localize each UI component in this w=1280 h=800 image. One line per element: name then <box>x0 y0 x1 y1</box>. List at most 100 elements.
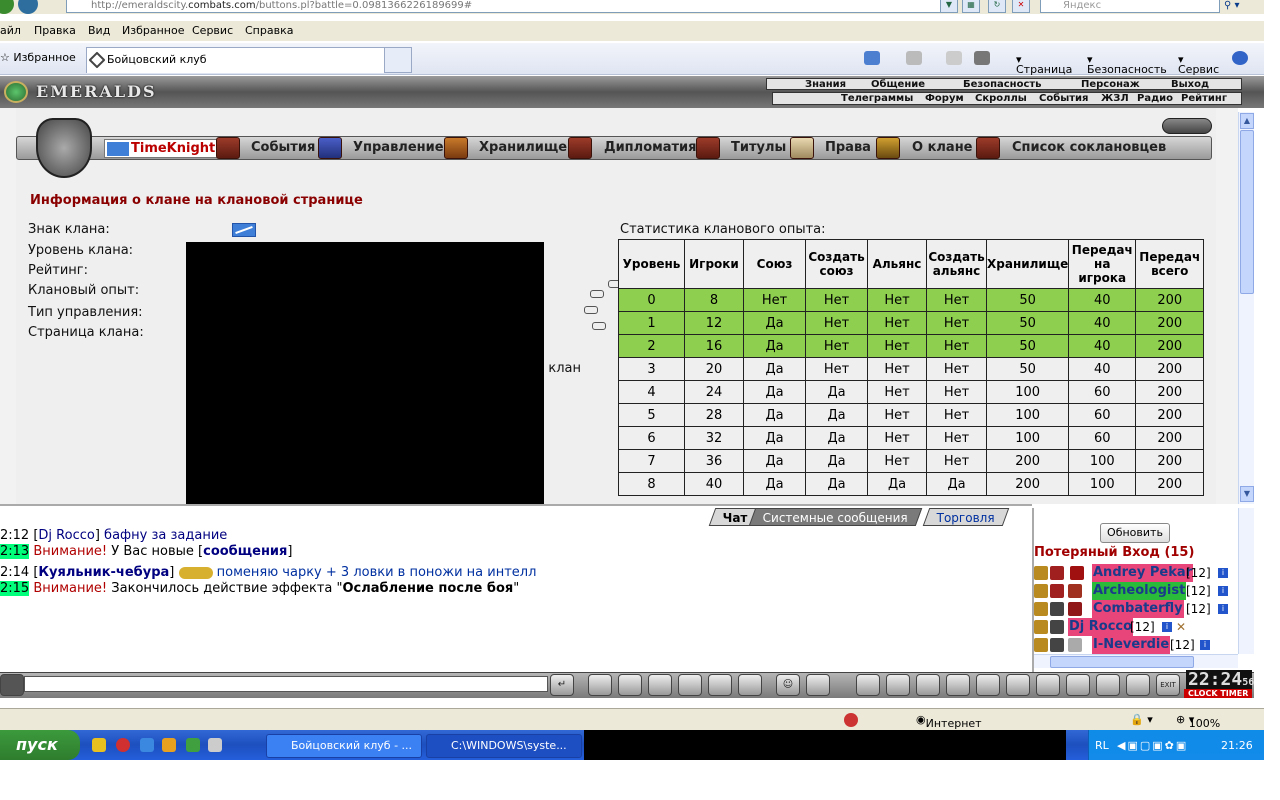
player-name[interactable]: Dj Rocco <box>1068 618 1134 636</box>
room-title: Потеряный Вход (15) <box>1034 545 1195 560</box>
potion-icon[interactable] <box>886 674 910 696</box>
group-icon[interactable] <box>1096 674 1120 696</box>
tab-system[interactable]: Системные сообщения <box>748 508 923 526</box>
col-header: Альянс <box>867 239 927 289</box>
sound-icon[interactable] <box>738 674 762 696</box>
col-header: Передач всего <box>1135 239 1205 289</box>
eraser-icon[interactable] <box>588 674 612 696</box>
opera-icon[interactable] <box>116 738 130 752</box>
quicklaunch-icon[interactable] <box>186 738 200 752</box>
table-row: 3 20 Да Нет Нет Нет 50 40 200 <box>618 357 1205 381</box>
table-cell: Нет <box>867 357 927 381</box>
chat-nick[interactable]: Куяльник-чебура <box>38 565 169 580</box>
table-cell: 40 <box>1068 288 1137 312</box>
tray-icons[interactable]: ◀▣▢▣✿▣ <box>1117 739 1188 752</box>
scroll-icon[interactable] <box>916 674 940 696</box>
scroll-thumb[interactable] <box>1240 130 1254 294</box>
info-icon[interactable]: i <box>1218 604 1228 614</box>
info-icon[interactable]: i <box>1218 568 1228 578</box>
taskbar-ie[interactable]: Бойцовский клуб - ... <box>266 734 422 758</box>
table-cell: Да <box>743 357 806 381</box>
quicklaunch-icon[interactable] <box>208 738 222 752</box>
run-icon[interactable] <box>678 674 702 696</box>
taskbar-cmd[interactable]: C:\WINDOWS\syste... <box>426 734 582 758</box>
table-cell: 100 <box>985 403 1070 427</box>
table-cell: Да <box>743 311 806 335</box>
table-cell: Да <box>805 449 868 473</box>
player-name[interactable]: Archeologist <box>1092 582 1187 600</box>
start-button[interactable]: пуск <box>0 730 80 760</box>
ie-icon[interactable] <box>140 738 154 752</box>
table-cell: 28 <box>684 403 744 427</box>
beast-icon[interactable] <box>1036 674 1060 696</box>
table-row: 8 40 Да Да Да Да 200 100 200 <box>618 472 1205 496</box>
table-cell: Да <box>805 380 868 404</box>
chat-mode-icon[interactable] <box>0 674 24 696</box>
exit-icon[interactable]: EXIT <box>1156 674 1180 696</box>
quicklaunch-icon[interactable] <box>162 738 176 752</box>
map-icon[interactable] <box>976 674 1000 696</box>
online-scrollbar[interactable] <box>1238 508 1254 654</box>
table-cell: 16 <box>684 334 744 358</box>
armor-icon[interactable] <box>1006 674 1030 696</box>
lang-indicator[interactable]: RL <box>1095 739 1109 752</box>
player-name[interactable]: Andrey Pekar <box>1092 564 1194 582</box>
quicklaunch-icon[interactable] <box>92 738 106 752</box>
table-cell: Нет <box>867 311 927 335</box>
table-cell: Нет <box>926 380 987 404</box>
scroll-up-icon[interactable]: ▲ <box>1240 113 1254 129</box>
scroll-down-icon[interactable]: ▼ <box>1240 486 1254 502</box>
online-hscrollbar[interactable] <box>1034 654 1238 668</box>
system-tray: RL ◀▣▢▣✿▣ 21:26 <box>1088 730 1264 760</box>
table-cell: 40 <box>1068 334 1137 358</box>
zoom-control[interactable]: ⊕ 100% ▾ <box>1176 713 1220 730</box>
main-scrollbar[interactable]: ▲ ▼ <box>1238 112 1254 504</box>
table-cell: Да <box>926 472 987 496</box>
zone-indicator: ◉ Интернет <box>916 713 982 730</box>
smiley-icon <box>178 566 213 579</box>
table-cell: Нет <box>805 334 868 358</box>
player-name[interactable]: I-Neverdie <box>1092 636 1171 654</box>
send-icon[interactable]: ↵ <box>550 674 574 696</box>
table-cell: 6 <box>618 426 685 450</box>
table-cell: 2 <box>618 334 685 358</box>
table-cell: Нет <box>926 403 987 427</box>
table-row: 5 28 Да Да Нет Нет 100 60 200 <box>618 403 1205 427</box>
info-icon[interactable]: i <box>1162 622 1172 632</box>
table-cell: Нет <box>867 288 927 312</box>
table-cell: Да <box>743 449 806 473</box>
chat-nick[interactable]: Dj Rocco <box>38 528 94 543</box>
flag-icon[interactable] <box>1126 674 1150 696</box>
protected-mode-icon[interactable]: 🔒 ▾ <box>1130 713 1153 726</box>
chest-icon[interactable] <box>946 674 970 696</box>
col-header: Игроки <box>684 239 744 289</box>
table-cell: 200 <box>985 449 1070 473</box>
info-icon[interactable]: i <box>1218 586 1228 596</box>
table-row: 6 32 Да Да Нет Нет 100 60 200 <box>618 426 1205 450</box>
table-cell: 4 <box>618 380 685 404</box>
smiles-icon[interactable]: ☺ <box>776 674 800 696</box>
friends-icon[interactable] <box>1066 674 1090 696</box>
table-cell: 200 <box>1135 334 1205 358</box>
bag-icon[interactable] <box>856 674 880 696</box>
table-cell: 200 <box>1135 472 1205 496</box>
table-cell: 36 <box>684 449 744 473</box>
messages-link[interactable]: сообщения <box>203 544 287 559</box>
info-icon[interactable]: i <box>1200 640 1210 650</box>
chat-input[interactable] <box>24 676 548 692</box>
blocked-icon[interactable] <box>844 713 858 727</box>
tab-trade[interactable]: Торговля <box>922 508 1010 526</box>
table-cell: Нет <box>743 288 806 312</box>
translit-icon[interactable] <box>708 674 732 696</box>
filter-icon[interactable] <box>618 674 642 696</box>
save-icon[interactable] <box>648 674 672 696</box>
table-cell: Нет <box>805 357 868 381</box>
player-name[interactable]: Combaterfly <box>1092 600 1184 618</box>
table-cell: Нет <box>926 311 987 335</box>
table-cell: 50 <box>985 334 1070 358</box>
table-cell: 200 <box>1135 311 1205 335</box>
crossed-swords-icon[interactable]: ✕ <box>1176 618 1186 636</box>
refresh-button[interactable]: Обновить <box>1100 523 1170 543</box>
table-cell: Нет <box>805 288 868 312</box>
helmet-icon[interactable] <box>806 674 830 696</box>
